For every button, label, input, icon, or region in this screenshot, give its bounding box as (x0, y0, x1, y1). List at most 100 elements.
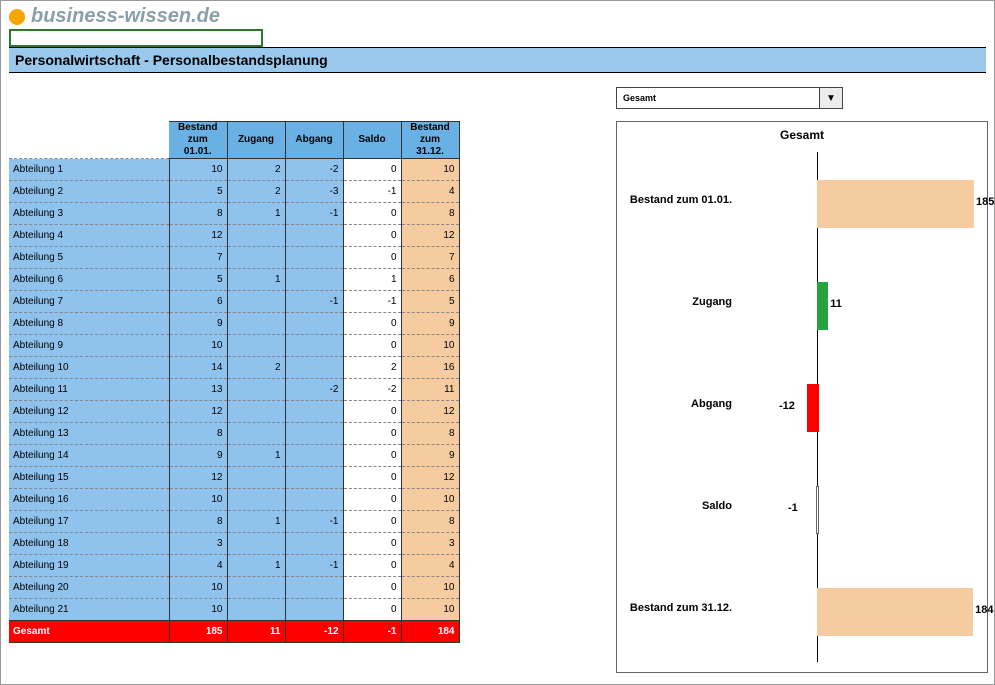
table-cell: 1 (227, 445, 285, 467)
table-cell: 0 (343, 203, 401, 225)
table-row-label: Abteilung 3 (9, 203, 169, 225)
table-cell (285, 357, 343, 379)
table-cell: 10 (169, 577, 227, 599)
table-cell: 8 (401, 423, 459, 445)
chart-bar (817, 588, 973, 636)
table-header: Zugang (227, 122, 285, 159)
table-row-label: Abteilung 13 (9, 423, 169, 445)
table-cell: 8 (401, 203, 459, 225)
table-cell: -3 (285, 181, 343, 203)
table-cell: -1 (343, 181, 401, 203)
table-cell: 14 (169, 357, 227, 379)
table-cell: 0 (343, 159, 401, 181)
chart-category-label: Saldo (612, 500, 732, 512)
table-cell: 10 (401, 489, 459, 511)
table-cell (227, 401, 285, 423)
table-total-cell: -12 (285, 621, 343, 643)
table-cell: 1 (343, 269, 401, 291)
table-cell (285, 225, 343, 247)
table-cell: 2 (227, 159, 285, 181)
table-cell: 0 (343, 555, 401, 577)
table-cell: 0 (343, 489, 401, 511)
logo-dot-icon (9, 9, 25, 25)
table-corner (9, 122, 169, 159)
table-row-label: Abteilung 14 (9, 445, 169, 467)
table-cell: 9 (169, 445, 227, 467)
table-cell: 0 (343, 335, 401, 357)
table-cell: 1 (227, 203, 285, 225)
table-row-label: Abteilung 9 (9, 335, 169, 357)
chart-category-label: Bestand zum 31.12. (612, 602, 732, 614)
formula-bar-cell-outline (9, 29, 263, 47)
table-header: Abgang (285, 122, 343, 159)
table-cell: -1 (343, 291, 401, 313)
table-cell: 9 (401, 313, 459, 335)
table-cell: 0 (343, 313, 401, 335)
table-cell: 12 (401, 225, 459, 247)
table-cell: -1 (285, 511, 343, 533)
table-cell: 0 (343, 577, 401, 599)
table-cell (285, 423, 343, 445)
table-cell: 10 (401, 335, 459, 357)
table-cell: 4 (169, 555, 227, 577)
table-cell: 4 (401, 555, 459, 577)
table-total-cell: 185 (169, 621, 227, 643)
table-cell (227, 533, 285, 555)
table-row-label: Abteilung 15 (9, 467, 169, 489)
table-cell: 9 (401, 445, 459, 467)
table-header: Bestand zum01.01. (169, 122, 227, 159)
table-cell: 2 (343, 357, 401, 379)
table-cell: 12 (169, 225, 227, 247)
chart-title: Gesamt (617, 128, 987, 142)
table-cell: 2 (227, 357, 285, 379)
table-cell: 0 (343, 225, 401, 247)
logo: business-wissen.de (9, 5, 220, 28)
table-cell: 5 (169, 181, 227, 203)
table-cell: -1 (285, 555, 343, 577)
table-cell (285, 401, 343, 423)
table-cell: 8 (169, 511, 227, 533)
table-cell: 1 (227, 511, 285, 533)
table-cell: 5 (169, 269, 227, 291)
table-total-label: Gesamt (9, 621, 169, 643)
chart-value-label: 184 (975, 604, 993, 616)
table-cell: 10 (169, 599, 227, 621)
page-title: Personalwirtschaft - Personalbestandspla… (9, 47, 986, 73)
table-row-label: Abteilung 4 (9, 225, 169, 247)
table-row-label: Abteilung 21 (9, 599, 169, 621)
table-cell: 12 (401, 467, 459, 489)
table-row-label: Abteilung 8 (9, 313, 169, 335)
table-cell: 16 (401, 357, 459, 379)
table-cell (285, 335, 343, 357)
table-cell: 0 (343, 599, 401, 621)
table-cell: 10 (169, 489, 227, 511)
table-cell (285, 599, 343, 621)
table-row-label: Abteilung 16 (9, 489, 169, 511)
chart-value-label: -12 (779, 400, 795, 412)
table-cell: 10 (401, 159, 459, 181)
table-cell: -2 (285, 379, 343, 401)
table-cell: 4 (401, 181, 459, 203)
table-total-cell: -1 (343, 621, 401, 643)
table-cell (227, 247, 285, 269)
table-header: Saldo (343, 122, 401, 159)
table-row-label: Abteilung 12 (9, 401, 169, 423)
table-cell: 10 (401, 577, 459, 599)
chart-filter-dropdown[interactable]: Gesamt ▼ (616, 87, 843, 109)
chart-value-label: 11 (830, 298, 842, 310)
table-cell: 0 (343, 511, 401, 533)
table-cell (285, 269, 343, 291)
chart-value-label: 185 (976, 196, 994, 208)
table-total-cell: 184 (401, 621, 459, 643)
table-cell (285, 247, 343, 269)
table-row-label: Abteilung 20 (9, 577, 169, 599)
table-cell: 11 (401, 379, 459, 401)
table-cell: 7 (401, 247, 459, 269)
summary-bar-chart: Gesamt Bestand zum 01.01.185Zugang11Abga… (616, 121, 988, 673)
table-cell: -1 (285, 203, 343, 225)
table-cell: 1 (227, 269, 285, 291)
chart-bar (816, 486, 819, 534)
table-cell: 3 (169, 533, 227, 555)
chart-bar (817, 180, 974, 228)
table-cell: 10 (401, 599, 459, 621)
